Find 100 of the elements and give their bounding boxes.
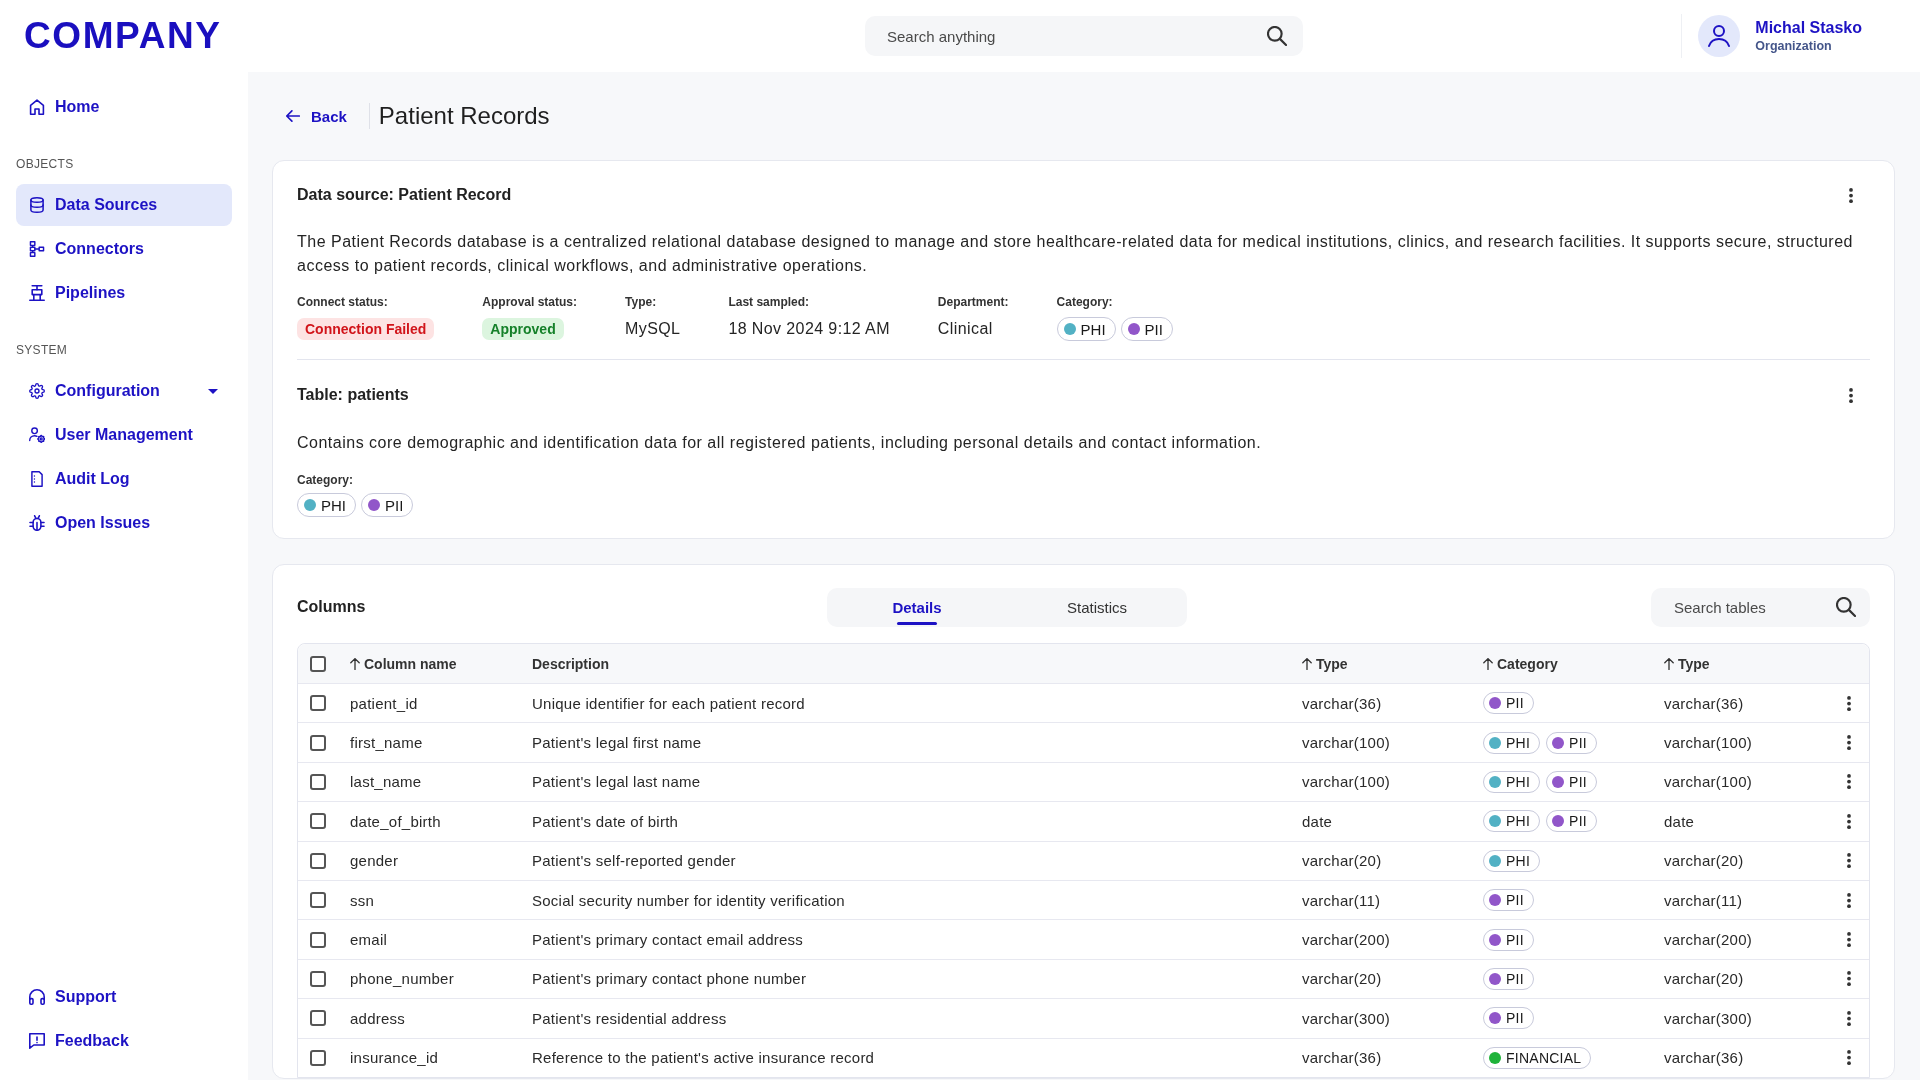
field-value: Clinical xyxy=(937,320,993,338)
checkbox[interactable] xyxy=(310,734,326,751)
vertical-ellipsis-icon[interactable] xyxy=(1847,813,1851,829)
column-name-text: last_name xyxy=(350,773,422,791)
sidebar-nav-item[interactable]: Pipelines xyxy=(16,272,232,314)
vertical-ellipsis-icon[interactable] xyxy=(1847,932,1851,948)
search-icon[interactable] xyxy=(1836,597,1856,617)
data-type-text: varchar(36) xyxy=(1302,1049,1382,1067)
page-title: Patient Records xyxy=(378,102,550,130)
field-value: MySQL xyxy=(625,320,681,338)
tag-label: PII xyxy=(385,496,404,514)
data-type-text: varchar(200) xyxy=(1302,931,1391,949)
checkbox[interactable] xyxy=(310,1010,326,1027)
vertical-ellipsis-icon[interactable] xyxy=(1847,695,1851,711)
sidebar-nav-item[interactable]: Data Sources xyxy=(16,184,232,226)
sidebar-nav-item[interactable]: Connectors xyxy=(16,228,232,270)
database-icon xyxy=(29,197,45,213)
tag-label: PHI xyxy=(1506,813,1531,830)
sidebar-nav-item[interactable]: Audit Log xyxy=(16,458,232,500)
vertical-ellipsis-icon[interactable] xyxy=(1847,774,1851,790)
description-text: Unique identifier for each patient record xyxy=(532,694,805,712)
column-header[interactable]: Type xyxy=(1678,655,1710,672)
vertical-ellipsis-icon[interactable] xyxy=(1849,187,1853,203)
sidebar-nav-item[interactable]: User Management xyxy=(16,414,232,456)
sidebar-nav-item[interactable]: Configuration xyxy=(16,370,232,412)
tab[interactable]: Statistics xyxy=(1007,587,1187,627)
column-header[interactable]: Description xyxy=(532,655,609,672)
tag-label: PII xyxy=(1506,892,1524,909)
column-name-text: first_name xyxy=(350,734,423,752)
description-text: Patient's primary contact phone number xyxy=(532,970,807,988)
description-text: Patient's self-reported gender xyxy=(532,852,736,870)
checkbox[interactable] xyxy=(310,892,326,909)
tag-label: PII xyxy=(1569,773,1587,790)
data-type-text: varchar(100) xyxy=(1302,773,1391,791)
pipeline-icon xyxy=(29,285,45,301)
description-text: Contains core demographic and identification data for all registered patients, including personal details and contact information. xyxy=(297,433,1262,453)
vertical-ellipsis-icon[interactable] xyxy=(1847,1050,1851,1066)
vertical-ellipsis-icon[interactable] xyxy=(1847,735,1851,751)
sidebar-section-label: SYSTEM xyxy=(16,342,69,358)
section-title: Columns xyxy=(297,598,366,616)
data-type-text: varchar(20) xyxy=(1302,852,1382,870)
checkbox[interactable] xyxy=(310,1049,326,1066)
checkbox[interactable] xyxy=(310,773,326,790)
search-field[interactable]: Search tables xyxy=(1651,587,1870,627)
field-label: Category: xyxy=(297,472,353,488)
column-name-text: patient_id xyxy=(350,694,418,712)
description-text: Social security number for identity verification xyxy=(532,891,845,909)
field-label: Category: xyxy=(1056,294,1114,310)
column-name-text: gender xyxy=(350,852,399,870)
data-type-text: varchar(36) xyxy=(1302,694,1382,712)
description-text: The Patient Records database is a centralized relational database designed to manage and store healthcare-related data for medical institutions, clinics, and research facilities. It supports secure, structured access to patient records, clinical workflows, and administrative operations. xyxy=(297,232,1854,276)
tag-label: PII xyxy=(1506,970,1524,987)
back-link[interactable]: Back xyxy=(272,100,347,132)
column-name-text: email xyxy=(350,931,388,949)
user-name: Michal Stasko xyxy=(1755,18,1862,37)
checkbox[interactable] xyxy=(310,655,326,672)
column-name-text: insurance_id xyxy=(350,1049,439,1067)
vertical-ellipsis-icon[interactable] xyxy=(1847,971,1851,987)
data-type-text: varchar(200) xyxy=(1664,931,1753,949)
tag-label: PHI xyxy=(1506,734,1531,751)
sidebar-nav-item[interactable]: Feedback xyxy=(16,1020,232,1062)
vertical-ellipsis-icon[interactable] xyxy=(1849,387,1853,403)
checkbox[interactable] xyxy=(310,931,326,948)
search-icon[interactable] xyxy=(1267,26,1287,46)
description-text: Patient's residential address xyxy=(532,1009,727,1027)
tag-label: PII xyxy=(1569,734,1587,751)
column-name-text: address xyxy=(350,1009,406,1027)
tab[interactable]: Details xyxy=(827,587,1007,627)
hierarchy-icon xyxy=(29,241,45,257)
avatar-icon[interactable] xyxy=(1698,15,1741,57)
data-type-text: varchar(20) xyxy=(1664,970,1744,988)
data-type-text: varchar(100) xyxy=(1302,734,1391,752)
sidebar-section-label: OBJECTS xyxy=(16,156,75,172)
sidebar-nav-item[interactable]: Home xyxy=(16,86,232,128)
vertical-ellipsis-icon[interactable] xyxy=(1847,853,1851,869)
bug-icon xyxy=(29,515,45,531)
card-title: Data source: Patient Record xyxy=(297,186,512,204)
caret-icon[interactable] xyxy=(208,388,218,394)
column-header[interactable]: Column name xyxy=(364,655,457,672)
tag-label: PII xyxy=(1506,695,1524,712)
vertical-ellipsis-icon[interactable] xyxy=(1847,892,1851,908)
column-header[interactable]: Type xyxy=(1316,655,1348,672)
column-name-text: date_of_birth xyxy=(350,812,441,830)
sidebar-nav-item[interactable]: Support xyxy=(16,976,232,1018)
description-text: Patient's legal last name xyxy=(532,773,701,791)
search-field[interactable]: Search anything xyxy=(865,16,1303,56)
checkbox[interactable] xyxy=(310,813,326,830)
data-type-text: varchar(300) xyxy=(1664,1009,1753,1027)
data-type-text: varchar(20) xyxy=(1664,852,1744,870)
checkbox[interactable] xyxy=(310,970,326,987)
description-text: Patient's primary contact email address xyxy=(532,931,804,949)
sidebar-nav-item[interactable]: Open Issues xyxy=(16,502,232,544)
vertical-ellipsis-icon[interactable] xyxy=(1847,1010,1851,1026)
field-label: Last sampled: xyxy=(728,294,811,310)
column-header[interactable]: Category xyxy=(1497,655,1558,672)
checkbox[interactable] xyxy=(310,852,326,869)
data-type-text: varchar(100) xyxy=(1664,773,1753,791)
data-type-text: varchar(300) xyxy=(1302,1009,1391,1027)
description-text: Reference to the patient's active insurance record xyxy=(532,1049,875,1067)
checkbox[interactable] xyxy=(310,695,326,712)
